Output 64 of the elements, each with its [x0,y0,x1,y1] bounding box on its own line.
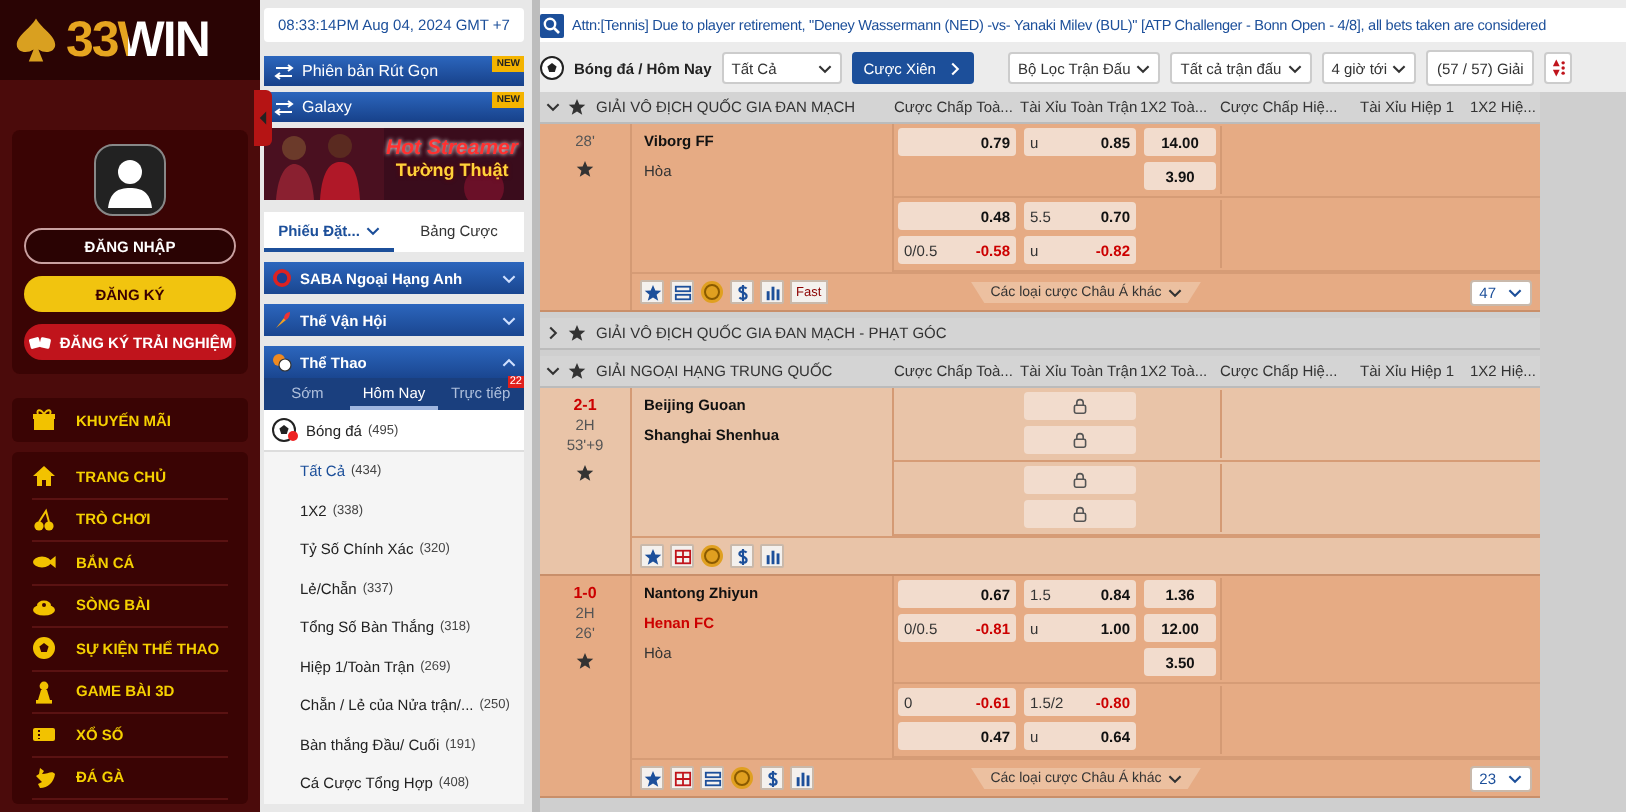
banner-label: Galaxy [302,98,352,116]
caret-icon [1287,61,1302,75]
balls-icon [272,352,292,372]
dollar-button[interactable] [730,280,754,304]
ticket-icon [32,722,56,747]
dice-icon [27,333,52,351]
stats-button[interactable] [790,766,814,790]
lock-icon [1072,472,1088,488]
dollar-icon [763,769,781,787]
caret-icon [1508,771,1522,785]
favorite-button[interactable] [640,280,664,304]
stats-button[interactable] [760,280,784,304]
favorite-button[interactable] [640,766,664,790]
favorite-button[interactable] [640,544,664,568]
banner-subtitle: Tường Thuật [395,160,509,180]
sort-icon[interactable] [1543,52,1572,84]
caret-icon [817,61,832,75]
avatar [94,144,166,216]
caret-icon [1392,61,1407,75]
caret-icon [1136,61,1151,75]
grid-button[interactable] [670,766,694,790]
coin-icon[interactable] [700,544,724,568]
caret-icon [1167,771,1182,785]
caret-icon [1508,285,1522,299]
swap-icon [274,63,294,79]
dollar-button[interactable] [760,766,784,790]
lock-icon [1072,432,1088,448]
soccer-ball-icon [272,418,300,442]
star-icon[interactable] [576,464,594,482]
ball-icon [32,636,56,661]
list-button[interactable] [700,766,724,790]
house-icon [32,464,56,489]
dollar-button[interactable] [730,544,754,568]
torch-icon [272,310,292,330]
gift-icon [32,408,56,432]
star-icon[interactable] [568,324,586,342]
coin-icon[interactable] [700,280,724,304]
search-icon[interactable] [540,13,564,37]
coin-icon[interactable] [730,766,754,790]
banner-label: Phiên bản Rút Gọn [302,62,439,80]
swap-icon [274,99,294,115]
chevron-icon [947,61,962,75]
caret-icon [1167,285,1182,299]
list-button[interactable] [670,280,694,304]
grid-button[interactable] [670,544,694,568]
spade-icon [12,16,60,64]
cherries-icon [32,507,56,532]
pawn-icon [32,679,56,704]
rooster-icon [32,765,56,790]
emblem-icon [272,268,292,288]
banner-title: Hot Streamer [386,136,518,160]
star-icon[interactable] [576,160,594,178]
soccer-ball-icon [540,56,564,80]
lock-icon [1072,506,1088,522]
score: 2-1 [573,396,597,414]
caret-icon [365,223,380,237]
score: 1-0 [573,584,597,602]
lock-icon [1072,398,1088,414]
star-icon[interactable] [568,98,586,116]
dollar-icon [733,283,751,301]
star-icon[interactable] [568,362,586,380]
stats-button[interactable] [760,544,784,568]
star-icon[interactable] [576,652,594,670]
dollar-icon [733,547,751,565]
